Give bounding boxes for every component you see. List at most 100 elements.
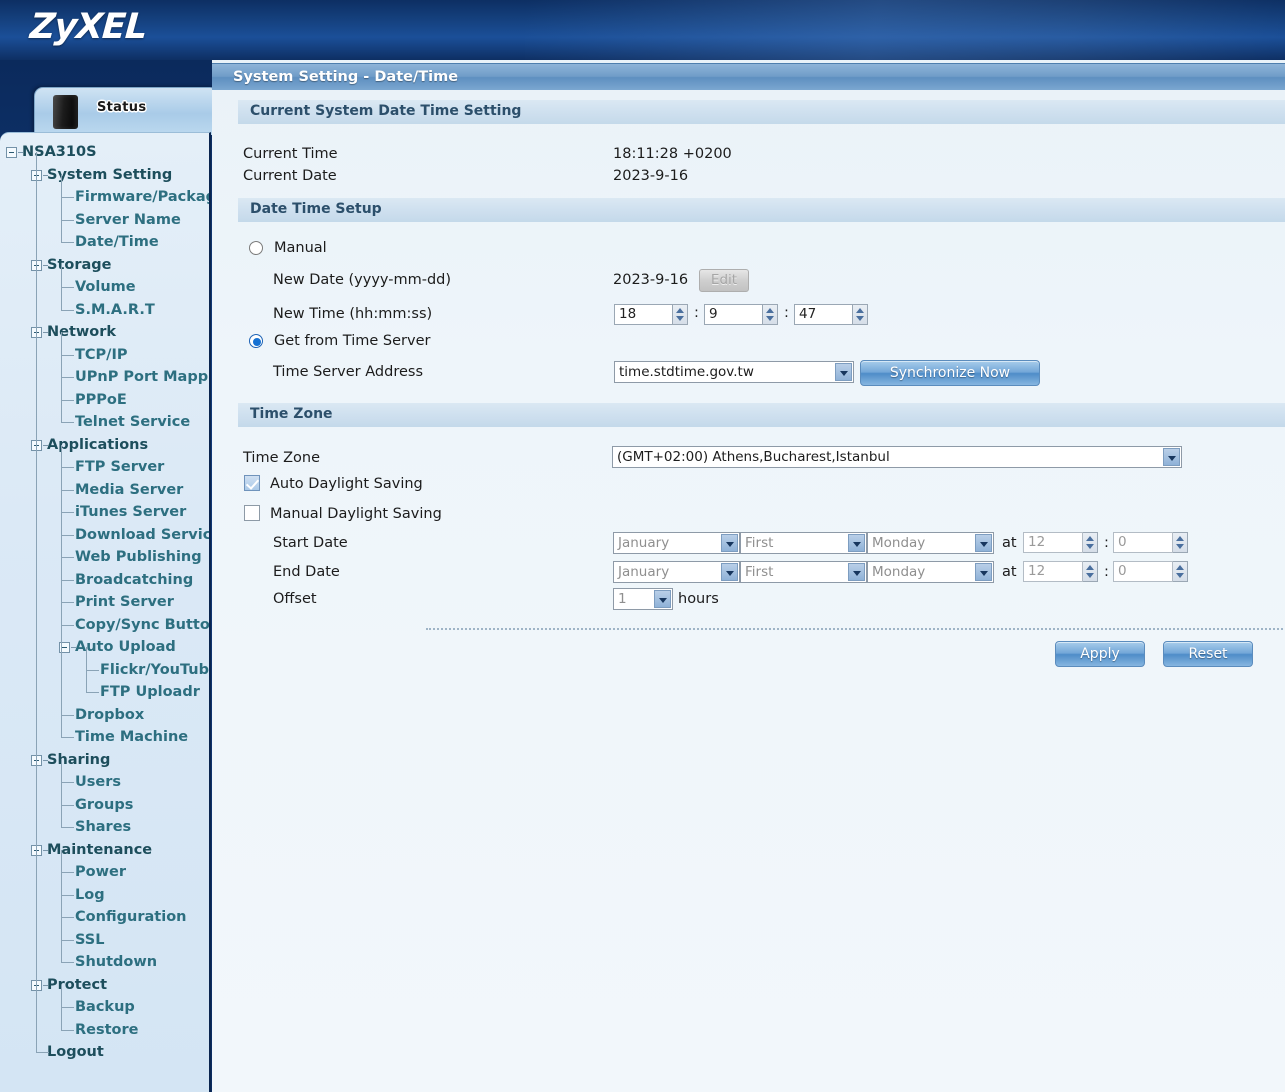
sidebar-item-label: FTP Uploadr bbox=[100, 684, 200, 700]
sidebar-item-users[interactable]: Users bbox=[0, 771, 209, 794]
sidebar-item-ftp-uploadr[interactable]: FTP Uploadr bbox=[0, 681, 209, 704]
sidebar-item-volume[interactable]: Volume bbox=[0, 276, 209, 299]
end-month-select[interactable]: January bbox=[613, 561, 740, 583]
start-day-select[interactable]: Monday bbox=[867, 532, 994, 554]
start-minute-input[interactable]: 0 bbox=[1113, 532, 1173, 553]
end-day-select[interactable]: Monday bbox=[867, 561, 994, 583]
new-time-hours-stepper[interactable] bbox=[673, 304, 688, 325]
sidebar-item-server-name[interactable]: Server Name bbox=[0, 208, 209, 232]
end-minute-stepper[interactable] bbox=[1173, 561, 1188, 582]
tree-connector bbox=[61, 366, 74, 378]
new-time-seconds-stepper[interactable] bbox=[853, 304, 868, 325]
sidebar-item-itunes-server[interactable]: iTunes Server bbox=[0, 501, 209, 524]
sidebar-item-telnet-service[interactable]: Telnet Service bbox=[0, 411, 209, 434]
sidebar-item-storage[interactable]: Storage bbox=[0, 254, 209, 277]
start-minute-stepper[interactable] bbox=[1173, 532, 1188, 553]
start-month-value: January bbox=[618, 535, 670, 551]
offset-select[interactable]: 1 bbox=[613, 588, 673, 610]
sidebar-item-log[interactable]: Log bbox=[0, 883, 209, 907]
sidebar-item-label: S.M.A.R.T bbox=[75, 301, 155, 318]
sidebar-item-ssl[interactable]: SSL bbox=[0, 928, 209, 952]
time-server-address-value: time.stdtime.gov.tw bbox=[619, 364, 754, 380]
chevron-down-icon bbox=[721, 563, 738, 581]
sidebar-item-restore[interactable]: Restore bbox=[0, 1018, 209, 1042]
sidebar-item-firmware-package[interactable]: Firmware/Package bbox=[0, 186, 209, 209]
time-server-address-select[interactable]: time.stdtime.gov.tw bbox=[614, 361, 854, 383]
sidebar-item-label: Media Server bbox=[75, 481, 184, 498]
end-hour-input[interactable]: 12 bbox=[1023, 561, 1083, 582]
sidebar-item-label: FTP Server bbox=[75, 459, 165, 475]
radio-manual[interactable] bbox=[249, 241, 263, 255]
sidebar-item-tcp-ip[interactable]: TCP/IP bbox=[0, 343, 209, 367]
checkbox-auto-daylight-saving[interactable] bbox=[244, 475, 260, 491]
sidebar-item-date-time[interactable]: Date/Time bbox=[0, 231, 209, 254]
status-tab-label: Status bbox=[97, 100, 147, 115]
sidebar-item-power[interactable]: Power bbox=[0, 861, 209, 884]
tree-connector bbox=[61, 501, 74, 513]
sidebar-item-pppoe[interactable]: PPPoE bbox=[0, 388, 209, 412]
apply-button[interactable]: Apply bbox=[1055, 641, 1145, 667]
sidebar-item-groups[interactable]: Groups bbox=[0, 793, 209, 817]
sidebar-item-label: Configuration bbox=[75, 909, 187, 925]
sidebar-item-shutdown[interactable]: Shutdown bbox=[0, 951, 209, 974]
sidebar-item-auto-upload[interactable]: Auto Upload bbox=[0, 636, 209, 659]
chevron-down-icon bbox=[975, 534, 992, 552]
top-banner: ZyXEL bbox=[0, 0, 1285, 60]
sidebar-item-label: Dropbox bbox=[75, 706, 145, 723]
sidebar-item-shares[interactable]: Shares bbox=[0, 816, 209, 839]
sidebar-item-ftp-server[interactable]: FTP Server bbox=[0, 456, 209, 479]
sidebar-item-time-machine[interactable]: Time Machine bbox=[0, 726, 209, 749]
sidebar-item-s-m-a-r-t[interactable]: S.M.A.R.T bbox=[0, 298, 209, 322]
end-hour-stepper[interactable] bbox=[1083, 561, 1098, 582]
status-tab[interactable]: Status bbox=[34, 87, 212, 135]
sidebar-item-logout[interactable]: Logout bbox=[0, 1041, 209, 1064]
edit-date-button[interactable]: Edit bbox=[699, 269, 749, 292]
start-month-select[interactable]: January bbox=[613, 532, 740, 554]
sidebar-item-maintenance[interactable]: Maintenance bbox=[0, 839, 209, 862]
sidebar-item-label: Flickr/YouTube bbox=[100, 661, 209, 678]
tree-collapse-icon[interactable] bbox=[6, 147, 17, 158]
sidebar-item-flickr-youtube[interactable]: Flickr/YouTube bbox=[0, 658, 209, 682]
sidebar-item-backup[interactable]: Backup bbox=[0, 996, 209, 1019]
start-hour-input[interactable]: 12 bbox=[1023, 532, 1083, 553]
end-week-select[interactable]: First bbox=[740, 561, 867, 583]
start-hour-stepper[interactable] bbox=[1083, 532, 1098, 553]
sidebar-item-copy-sync-button[interactable]: Copy/Sync Button bbox=[0, 613, 209, 637]
sidebar-item-web-publishing[interactable]: Web Publishing bbox=[0, 546, 209, 569]
new-time-minutes-stepper[interactable] bbox=[763, 304, 778, 325]
time-zone-select[interactable]: (GMT+02:00) Athens,Bucharest,Istanbul bbox=[612, 446, 1182, 468]
sidebar-item-label: Logout bbox=[47, 1044, 104, 1060]
end-minute-input[interactable]: 0 bbox=[1113, 561, 1173, 582]
sidebar-item-download-service[interactable]: Download Service bbox=[0, 523, 209, 547]
synchronize-now-button[interactable]: Synchronize Now bbox=[860, 360, 1040, 386]
tree-connector bbox=[71, 647, 76, 648]
new-time-minutes-input[interactable]: 9 bbox=[704, 304, 763, 325]
new-time-hours-input[interactable]: 18 bbox=[614, 304, 673, 325]
sidebar-item-sharing[interactable]: Sharing bbox=[0, 749, 209, 772]
sidebar-item-broadcatching[interactable]: Broadcatching bbox=[0, 568, 209, 592]
sidebar-item-print-server[interactable]: Print Server bbox=[0, 591, 209, 614]
new-time-seconds-input[interactable]: 47 bbox=[794, 304, 853, 325]
sidebar-item-network[interactable]: Network bbox=[0, 321, 209, 344]
sidebar-item-applications[interactable]: Applications bbox=[0, 434, 209, 457]
end-at-label: at bbox=[1002, 564, 1017, 580]
sidebar-item-system-setting[interactable]: System Setting bbox=[0, 164, 209, 187]
tree-connector bbox=[61, 996, 74, 1008]
sidebar-item-label: NSA310S bbox=[22, 144, 97, 160]
tree-connector bbox=[61, 568, 74, 581]
sidebar-item-protect[interactable]: Protect bbox=[0, 974, 209, 997]
start-week-select[interactable]: First bbox=[740, 532, 867, 554]
tree-connector bbox=[61, 186, 74, 198]
sidebar-item-configuration[interactable]: Configuration bbox=[0, 906, 209, 929]
reset-button[interactable]: Reset bbox=[1163, 641, 1253, 667]
radio-get-from-time-server[interactable] bbox=[249, 334, 263, 348]
chevron-down-icon bbox=[975, 563, 992, 581]
tree-connector bbox=[61, 332, 62, 422]
tree-connector bbox=[61, 456, 74, 468]
sidebar-item-upnp-port-mapping[interactable]: UPnP Port Mapping bbox=[0, 366, 209, 389]
tree-connector bbox=[61, 444, 62, 737]
sidebar-item-nsa310s[interactable]: NSA310S bbox=[0, 141, 209, 164]
sidebar-item-media-server[interactable]: Media Server bbox=[0, 478, 209, 502]
sidebar-item-dropbox[interactable]: Dropbox bbox=[0, 703, 209, 727]
checkbox-manual-daylight-saving[interactable] bbox=[244, 505, 260, 521]
